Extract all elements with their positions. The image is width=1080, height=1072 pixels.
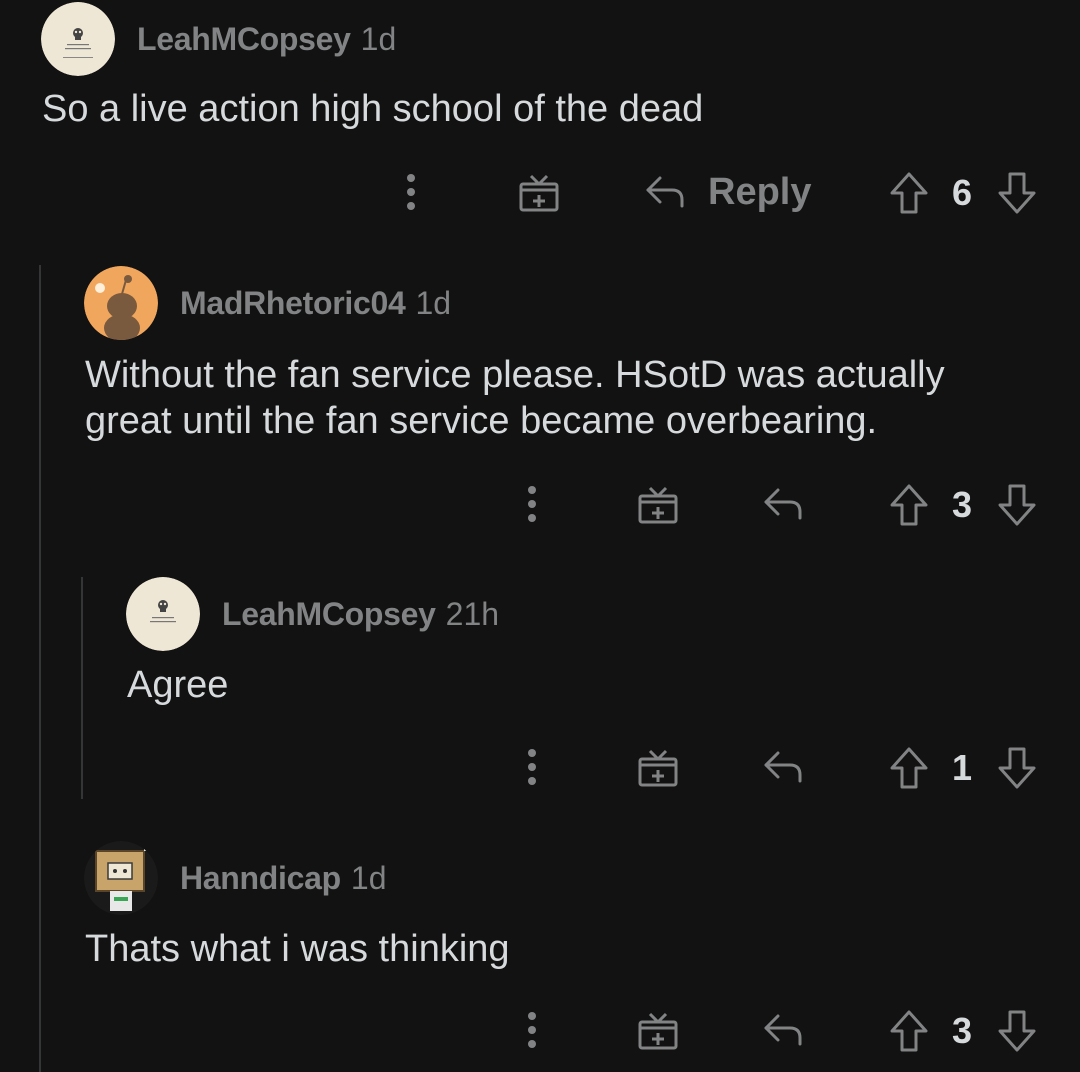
more-options-button[interactable]	[396, 170, 426, 214]
comment-header: MadRhetoric04 1d	[84, 266, 451, 340]
more-vertical-icon	[528, 1012, 536, 1048]
upvote-button[interactable]	[889, 170, 929, 216]
reply-button[interactable]	[762, 1008, 806, 1052]
username[interactable]: Hanndicap	[180, 860, 341, 897]
vote-count: 6	[952, 172, 973, 213]
user-avatar[interactable]	[84, 266, 158, 340]
reply-icon	[764, 488, 802, 520]
gift-icon	[638, 749, 678, 787]
reply-button[interactable]: Reply	[644, 170, 811, 214]
reply-icon	[764, 1014, 802, 1046]
upvote-button[interactable]	[889, 745, 929, 791]
user-avatar[interactable]	[41, 2, 115, 76]
gift-icon	[638, 1012, 678, 1050]
comment-body: Agree	[127, 664, 229, 706]
downvote-arrow-icon	[998, 747, 1036, 789]
downvote-button[interactable]	[997, 745, 1037, 791]
comment-actions: 3	[0, 474, 1080, 534]
comment-actions: 1	[0, 737, 1080, 797]
award-button[interactable]	[636, 482, 680, 526]
comment-actions: 3	[0, 1000, 1080, 1060]
comment-header: LeahMCopsey 21h	[126, 577, 499, 651]
comment-header: Hanndicap 1d	[84, 841, 386, 915]
thread-line-level1[interactable]	[39, 265, 41, 1072]
more-vertical-icon	[528, 749, 536, 785]
award-button[interactable]	[636, 1008, 680, 1052]
more-vertical-icon	[407, 174, 415, 210]
vote-count: 3	[952, 1010, 973, 1051]
upvote-button[interactable]	[889, 1008, 929, 1054]
more-vertical-icon	[528, 486, 536, 522]
comment-body: So a live action high school of the dead	[42, 88, 704, 130]
skull-avatar-icon	[41, 2, 115, 76]
reply-icon	[646, 176, 684, 208]
username[interactable]: LeahMCopsey	[137, 21, 351, 58]
upvote-button[interactable]	[889, 482, 929, 528]
timestamp: 1d	[360, 20, 397, 57]
timestamp: 1d	[415, 284, 452, 321]
award-button[interactable]	[517, 170, 561, 214]
timestamp: 21h	[445, 595, 500, 632]
boxhead-avatar-icon	[84, 841, 158, 915]
snoo-avatar-icon	[84, 266, 158, 340]
user-avatar[interactable]	[84, 841, 158, 915]
downvote-button[interactable]	[997, 482, 1037, 528]
downvote-button[interactable]	[997, 170, 1037, 216]
vote-count: 3	[952, 484, 973, 525]
reply-label[interactable]: Reply	[708, 171, 811, 214]
user-avatar[interactable]	[126, 577, 200, 651]
award-button[interactable]	[636, 745, 680, 789]
username[interactable]: LeahMCopsey	[222, 596, 436, 633]
comment-body: Without the fan service please. HSotD wa…	[85, 354, 945, 442]
vote-count: 1	[952, 747, 973, 788]
comment-header: LeahMCopsey 1d	[41, 2, 396, 76]
comment-actions: Reply 6	[0, 162, 1080, 222]
gift-icon	[638, 486, 678, 524]
upvote-arrow-icon	[890, 484, 928, 526]
upvote-arrow-icon	[890, 1010, 928, 1052]
downvote-button[interactable]	[997, 1008, 1037, 1054]
reply-button[interactable]	[762, 482, 806, 526]
more-options-button[interactable]	[517, 745, 547, 789]
downvote-arrow-icon	[998, 1010, 1036, 1052]
more-options-button[interactable]	[517, 482, 547, 526]
timestamp: 1d	[350, 859, 387, 896]
downvote-arrow-icon	[998, 172, 1036, 214]
gift-icon	[519, 174, 559, 212]
username[interactable]: MadRhetoric04	[180, 285, 406, 322]
more-options-button[interactable]	[517, 1008, 547, 1052]
upvote-arrow-icon	[890, 747, 928, 789]
reply-button[interactable]	[762, 745, 806, 789]
skull-avatar-icon	[126, 577, 200, 651]
comment-body: Thats what i was thinking	[85, 928, 510, 970]
upvote-arrow-icon	[890, 172, 928, 214]
reply-icon	[764, 751, 802, 783]
downvote-arrow-icon	[998, 484, 1036, 526]
